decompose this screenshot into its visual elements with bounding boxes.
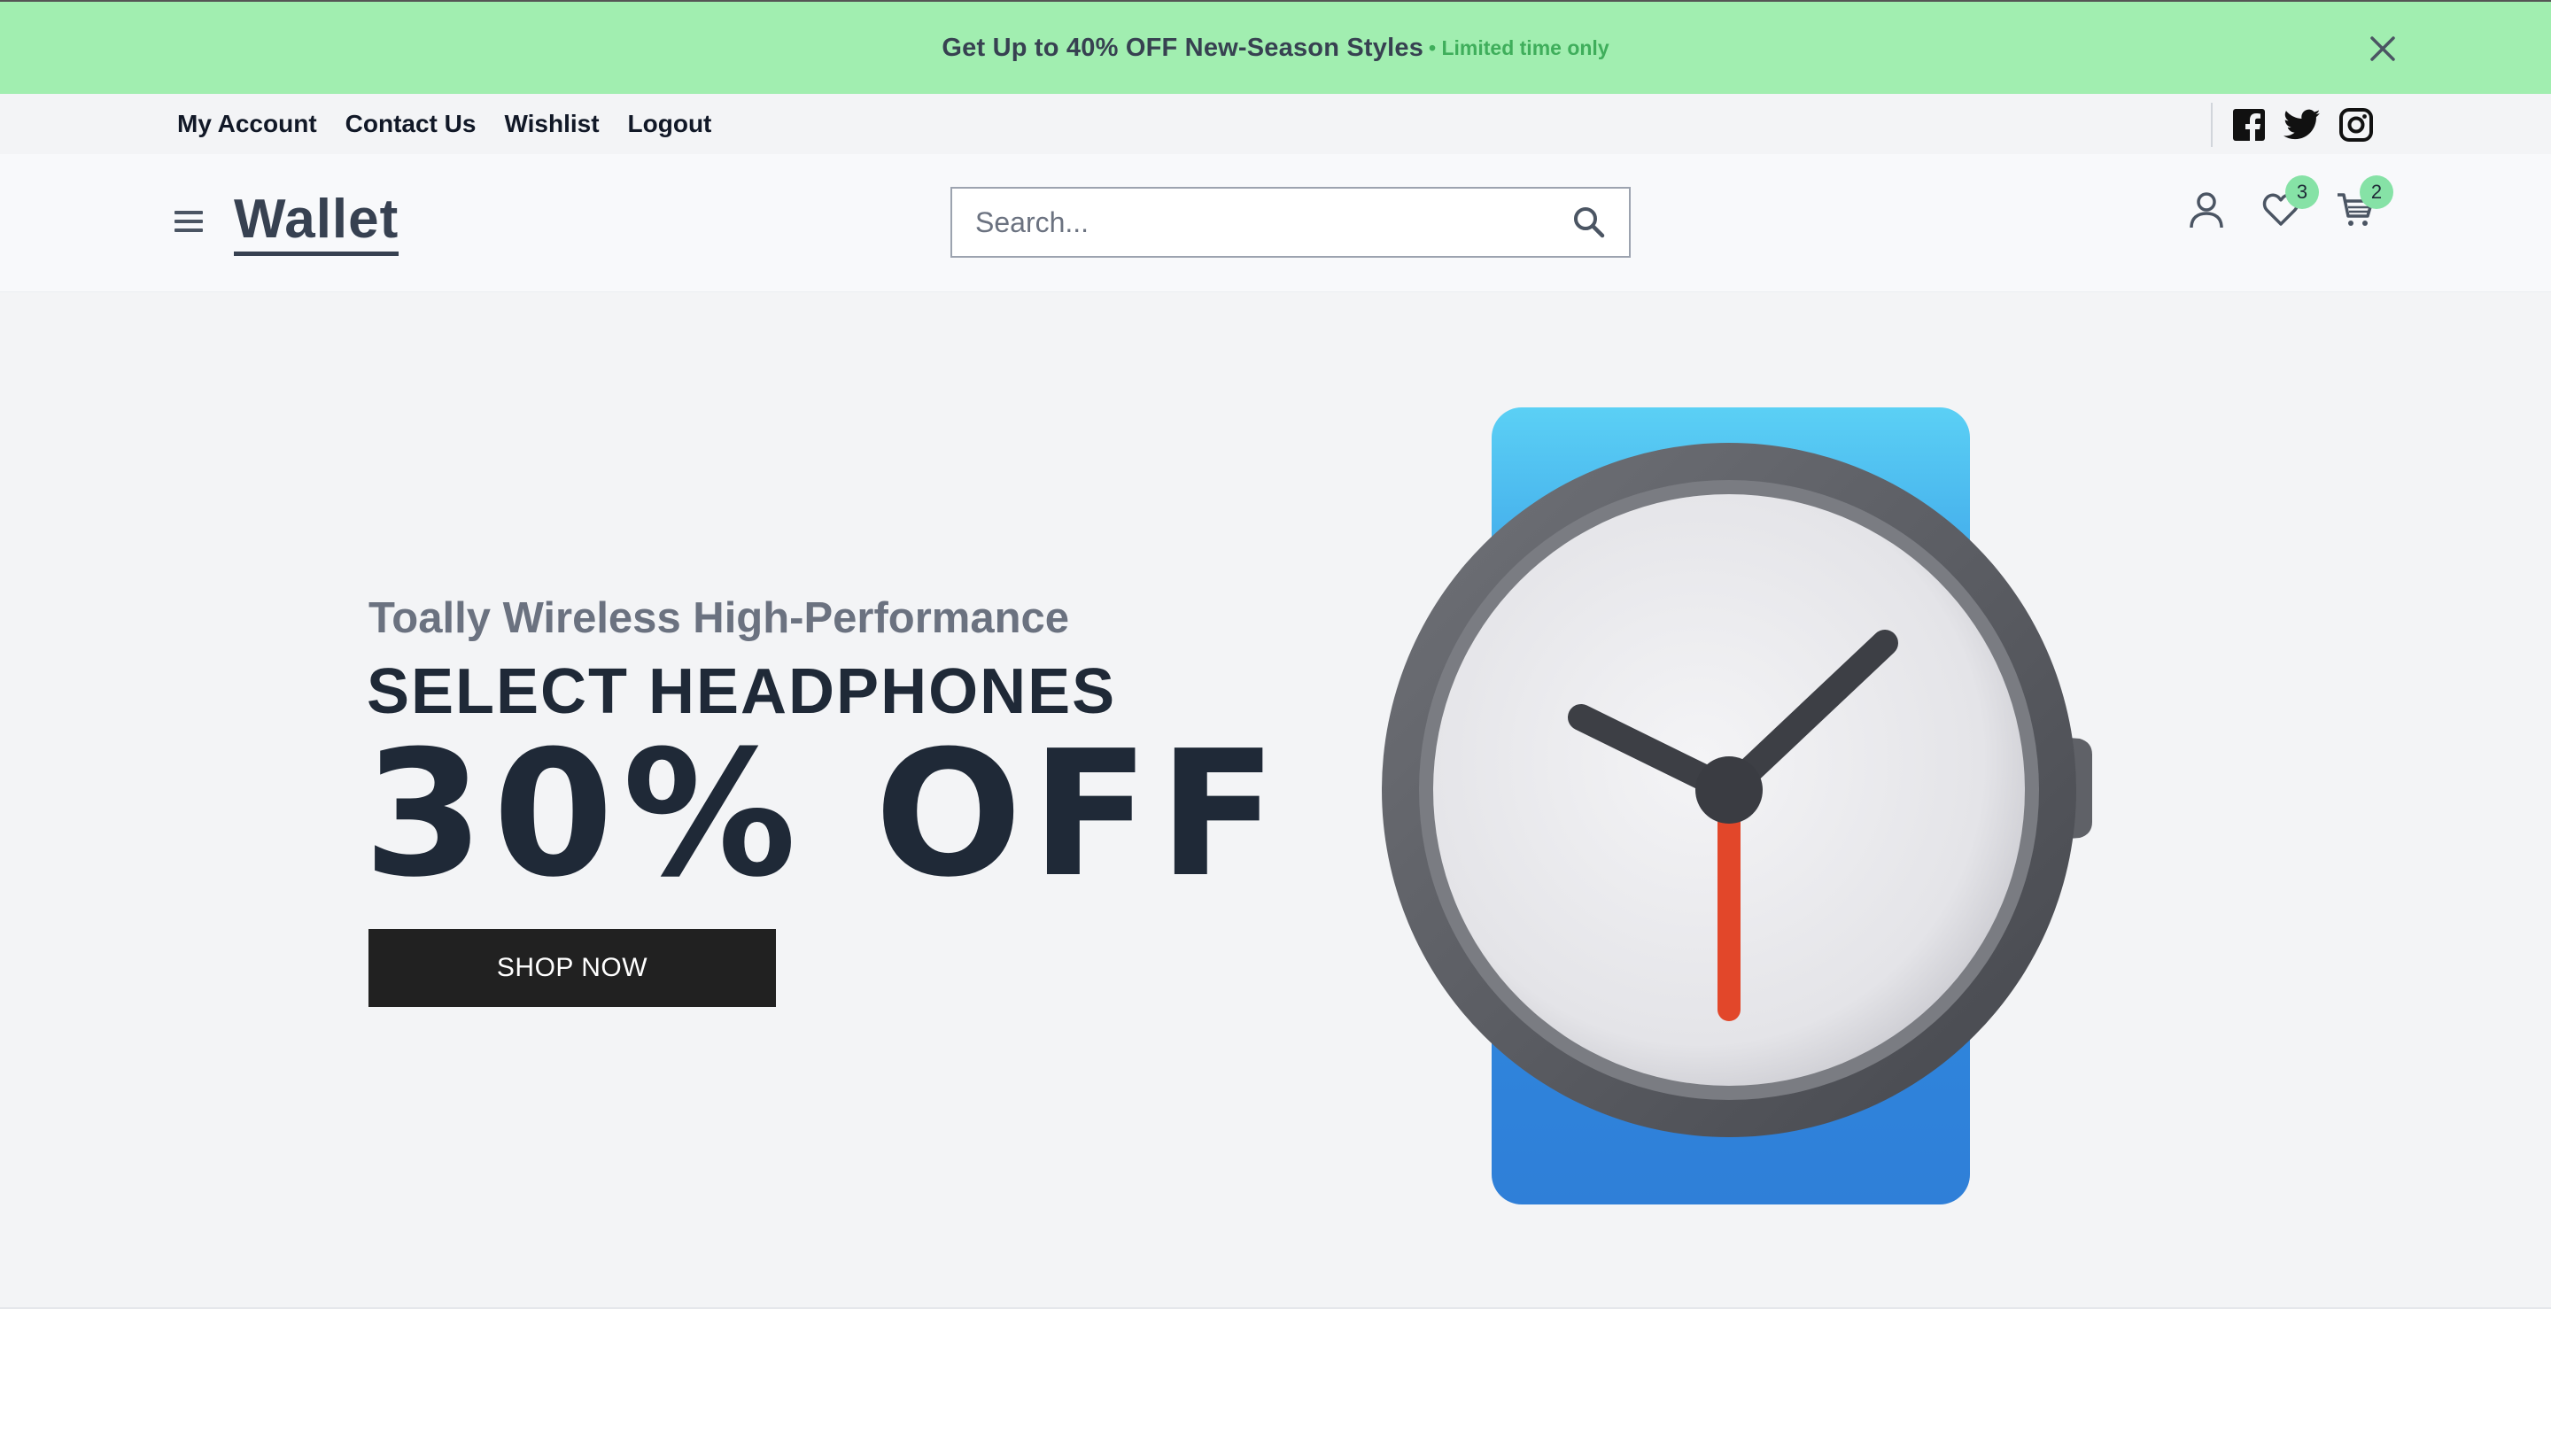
cart-icon[interactable]: 2 xyxy=(2337,175,2393,230)
close-icon[interactable] xyxy=(2369,35,2397,63)
search-bar xyxy=(950,187,1631,258)
watch-illustration xyxy=(1364,407,2144,1204)
wishlist-link[interactable]: Wishlist xyxy=(504,110,599,138)
search-icon[interactable] xyxy=(1549,189,1629,256)
instagram-icon[interactable] xyxy=(2338,107,2374,143)
social-links xyxy=(2211,103,2374,147)
hero-banner: Toally Wireless High-Performance SELECT … xyxy=(0,292,2551,1309)
hamburger-menu-icon[interactable] xyxy=(174,207,204,236)
user-icon[interactable] xyxy=(2188,190,2225,230)
wishlist-count-badge: 3 xyxy=(2285,175,2319,209)
main-header: Wallet 3 xyxy=(0,154,2551,292)
search-input[interactable] xyxy=(952,189,1549,256)
site-logo[interactable]: Wallet xyxy=(234,190,399,256)
header-actions: 3 2 xyxy=(2188,175,2393,230)
logout-link[interactable]: Logout xyxy=(628,110,712,138)
top-utility-bar: My Account Contact Us Wishlist Logout xyxy=(0,94,2551,154)
promo-subtext: • Limited time only xyxy=(1429,35,1609,59)
wishlist-heart-icon[interactable]: 3 xyxy=(2262,175,2319,230)
page-body xyxy=(0,1309,2551,1456)
hero-offer: 30% OFF xyxy=(363,714,1286,916)
shop-now-button[interactable]: SHOP NOW xyxy=(368,929,776,1007)
cart-count-badge: 2 xyxy=(2360,175,2393,209)
twitter-icon[interactable] xyxy=(2283,109,2321,141)
promo-text: Get Up to 40% OFF New-Season Styles xyxy=(942,33,1424,62)
account-links: My Account Contact Us Wishlist Logout xyxy=(177,94,711,154)
hero-subtitle: Toally Wireless High-Performance xyxy=(368,594,1070,642)
facebook-icon[interactable] xyxy=(2232,108,2266,142)
my-account-link[interactable]: My Account xyxy=(177,110,317,138)
promo-banner: Get Up to 40% OFF New-Season Styles • Li… xyxy=(0,0,2551,94)
contact-us-link[interactable]: Contact Us xyxy=(345,110,477,138)
